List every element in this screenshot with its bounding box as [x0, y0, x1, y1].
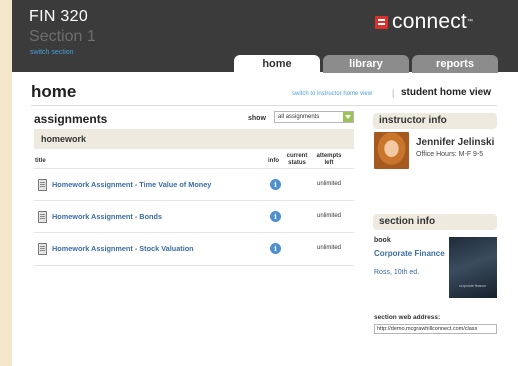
section-web-address-label: section web address: — [374, 314, 441, 321]
book-title-link[interactable]: Corporate Finance — [374, 249, 448, 259]
chevron-down-icon[interactable] — [343, 112, 353, 122]
assignment-link[interactable]: Homework Assignment - Time Value of Mone… — [52, 180, 211, 189]
assignment-link[interactable]: Homework Assignment - Bonds — [52, 212, 162, 221]
book-edition: Ross, 10th ed. — [374, 269, 420, 276]
info-icon[interactable]: i — [270, 211, 281, 222]
attempts-left-value: unlimited — [316, 213, 341, 219]
instructor-info-heading: instructor info — [373, 113, 497, 129]
logo-trademark: ™ — [466, 19, 473, 25]
attempts-left-value: unlimited — [316, 245, 341, 251]
info-icon[interactable]: i — [270, 179, 281, 190]
document-icon — [38, 179, 47, 191]
tab-library[interactable]: library — [323, 55, 409, 73]
section-info-heading: section info — [373, 214, 497, 230]
assignment-row: Homework Assignment - Time Value of Mone… — [34, 168, 354, 200]
column-header-attempts: attempts left — [316, 153, 342, 166]
book-cover-text: corporate finance — [459, 284, 487, 288]
book-cover-image[interactable] — [449, 237, 497, 298]
assignment-row: Homework Assignment - Stock Valuation i … — [34, 232, 354, 264]
column-header-status: current status — [286, 153, 308, 166]
show-filter-label: show — [248, 115, 266, 122]
document-icon — [38, 243, 47, 255]
course-section: Section 1 — [29, 28, 96, 45]
view-separator: | — [392, 88, 395, 98]
assignment-link[interactable]: Homework Assignment - Stock Valuation — [52, 244, 194, 253]
document-icon — [38, 211, 47, 223]
homework-category-header: homework — [34, 129, 354, 149]
instructor-avatar — [374, 132, 409, 169]
section-web-address-field[interactable] — [374, 324, 497, 334]
tab-reports[interactable]: reports — [412, 55, 498, 73]
table-bottom-divider — [34, 265, 354, 266]
instructor-name: Jennifer Jelinski — [416, 137, 495, 148]
mcgraw-hill-logo-icon — [375, 15, 388, 29]
column-header-info: info — [268, 158, 279, 164]
info-icon[interactable]: i — [270, 243, 281, 254]
attempts-left-value: unlimited — [316, 181, 341, 187]
assignment-row: Homework Assignment - Bonds i unlimited — [34, 200, 354, 232]
connect-logo: connect ™ — [375, 9, 473, 35]
student-home-view-label: student home view — [401, 87, 492, 98]
assignments-heading: assignments — [34, 112, 108, 126]
switch-section-link[interactable]: switch section — [30, 49, 74, 56]
switch-instructor-view-link[interactable]: switch to instructor home view — [292, 91, 372, 97]
tab-home[interactable]: home — [234, 55, 320, 73]
page-title: home — [31, 82, 77, 101]
connect-app-frame: FIN 320 Section 1 switch section connect… — [12, 0, 518, 366]
office-hours: Office Hours: M-F 9-5 — [416, 151, 484, 158]
heading-divider — [31, 105, 497, 106]
show-filter-value: all assignments — [278, 114, 320, 120]
book-label: book — [374, 237, 391, 244]
show-filter-select[interactable]: all assignments — [274, 111, 354, 123]
logo-text: connect — [392, 10, 467, 33]
column-header-title: title — [35, 158, 46, 164]
top-header: FIN 320 Section 1 switch section connect… — [12, 0, 518, 73]
course-title: FIN 320 — [29, 8, 89, 25]
